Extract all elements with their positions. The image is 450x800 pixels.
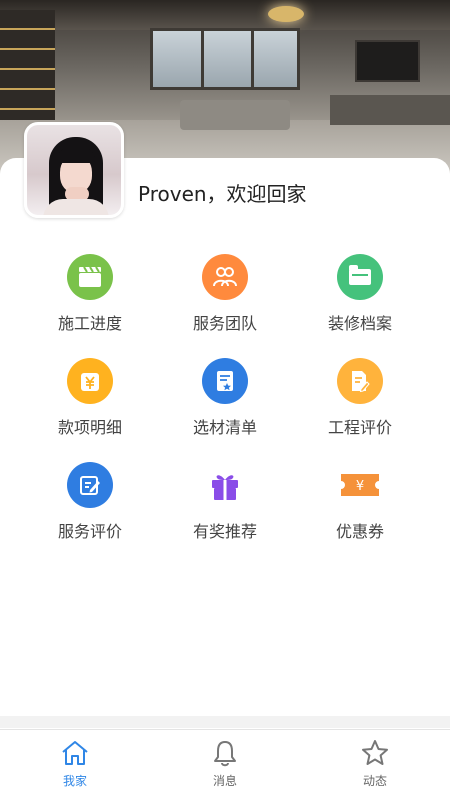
divider	[0, 716, 450, 728]
clapperboard-icon	[67, 254, 113, 300]
menu-item-payment-details[interactable]: 款项明细	[30, 358, 150, 438]
menu-item-label: 优惠券	[335, 522, 384, 541]
menu-item-service-review[interactable]: 服务评价	[30, 462, 150, 542]
tab-feed[interactable]: 动态	[300, 730, 450, 800]
tv	[355, 40, 420, 82]
list-doc-icon	[202, 358, 248, 404]
sofa	[180, 100, 290, 130]
coupon-icon: ¥	[337, 462, 383, 508]
svg-text:¥: ¥	[356, 479, 364, 494]
star-icon	[362, 740, 388, 765]
menu-item-label: 服务评价	[57, 522, 122, 541]
menu-item-label: 选材清单	[192, 418, 257, 437]
tab-label: 我家	[62, 774, 87, 788]
bell-icon	[214, 741, 236, 767]
welcome-text: Proven，欢迎回家	[138, 182, 307, 206]
home-icon	[62, 741, 88, 765]
menu-item-label: 有奖推荐	[192, 522, 257, 541]
menu-item-coupon[interactable]: ¥ 优惠券	[300, 462, 420, 542]
tab-messages[interactable]: 消息	[150, 730, 300, 800]
edit-icon	[67, 462, 113, 508]
content-card	[0, 158, 450, 730]
cabinet	[330, 95, 450, 125]
tab-label: 动态	[362, 774, 387, 788]
menu-item-construction-progress[interactable]: 施工进度	[30, 254, 150, 334]
tab-label: 消息	[212, 774, 237, 788]
doc-edit-icon	[337, 358, 383, 404]
bottom-tab-bar: 我家 消息 动态	[0, 729, 450, 800]
menu-item-service-team[interactable]: 服务团队	[165, 254, 285, 334]
yen-wallet-icon	[67, 358, 113, 404]
menu-item-referral-reward[interactable]: 有奖推荐	[165, 462, 285, 542]
menu-item-label: 服务团队	[192, 314, 257, 333]
gift-icon	[202, 462, 248, 508]
avatar[interactable]	[24, 122, 124, 218]
window	[150, 28, 300, 90]
menu-item-label: 装修档案	[327, 314, 392, 333]
ceiling	[0, 0, 450, 30]
team-icon	[202, 254, 248, 300]
menu-item-decoration-archive[interactable]: 装修档案	[300, 254, 420, 334]
tab-home[interactable]: 我家	[0, 730, 150, 800]
menu-item-material-list[interactable]: 选材清单	[165, 358, 285, 438]
menu-item-project-review[interactable]: 工程评价	[300, 358, 420, 438]
menu-item-label: 工程评价	[327, 418, 392, 437]
menu-item-label: 款项明细	[57, 418, 122, 437]
folder-icon	[337, 254, 383, 300]
ceiling-lamp	[268, 6, 304, 22]
menu-item-label: 施工进度	[57, 314, 122, 333]
bookshelf	[0, 10, 55, 130]
